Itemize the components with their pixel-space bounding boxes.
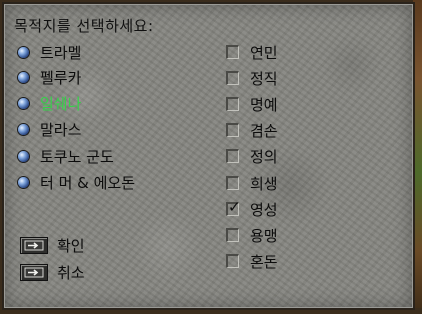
virtue-label: 정직: [250, 69, 278, 88]
virtue-label: 용맹: [250, 226, 278, 245]
destination-option-termur[interactable]: 터 머 & 에오돈: [18, 171, 135, 193]
gem-icon: [18, 46, 29, 58]
destination-label: 트라멜: [40, 43, 82, 62]
virtue-label: 희생: [250, 174, 278, 193]
gem-icon: [18, 176, 29, 188]
destination-label-selected: 일쉐나: [40, 94, 82, 113]
cancel-button[interactable]: 취소: [20, 261, 85, 283]
checkbox[interactable]: [226, 123, 239, 137]
checkbox[interactable]: [226, 149, 239, 163]
checkbox[interactable]: [226, 97, 239, 111]
gem-icon: [18, 97, 29, 109]
destination-label: 토쿠노 군도: [40, 147, 114, 166]
virtue-option-sacrifice[interactable]: 희생: [226, 172, 278, 194]
virtue-option-valor[interactable]: 용맹: [226, 224, 278, 246]
virtue-option-compassion[interactable]: 연민: [226, 41, 278, 63]
checkbox[interactable]: [226, 228, 239, 242]
checkbox[interactable]: [226, 71, 239, 85]
virtue-label: 겸손: [250, 121, 278, 140]
checkbox[interactable]: [226, 254, 239, 268]
destination-option-felucca[interactable]: 펠루카: [18, 66, 81, 88]
destination-option-tokuno[interactable]: 토쿠노 군도: [18, 145, 114, 167]
virtue-label: 영성: [250, 200, 278, 219]
checkbox-checked[interactable]: ✓: [226, 198, 241, 216]
virtue-option-honor[interactable]: 명예: [226, 93, 278, 115]
destination-label: 말라스: [40, 120, 82, 139]
virtue-option-honesty[interactable]: 정직: [226, 67, 278, 89]
gem-icon: [18, 123, 29, 135]
gem-icon: [18, 71, 29, 83]
checkbox[interactable]: [226, 176, 239, 190]
arrow-right-icon: [20, 263, 48, 281]
virtue-option-justice[interactable]: 정의: [226, 145, 278, 167]
virtue-label: 혼돈: [250, 252, 278, 271]
gem-icon: [18, 150, 29, 162]
destination-label: 펠루카: [40, 68, 82, 87]
destination-option-ilshenar[interactable]: 일쉐나: [18, 92, 81, 114]
virtue-label: 명예: [250, 95, 278, 114]
destination-option-trammel[interactable]: 트라멜: [18, 41, 81, 63]
virtue-option-spirituality[interactable]: ✓ 영성: [226, 198, 278, 220]
virtue-option-humility[interactable]: 겸손: [226, 119, 278, 141]
virtue-option-chaos[interactable]: 혼돈: [226, 250, 278, 272]
destination-label: 터 머 & 에오돈: [40, 173, 136, 192]
arrow-right-icon: [20, 236, 48, 254]
checkmark-icon: ✓: [228, 198, 241, 216]
dialog-title: 목적지를 선택하세요:: [14, 17, 154, 35]
destination-option-malas[interactable]: 말라스: [18, 118, 81, 140]
cancel-label: 취소: [57, 263, 85, 282]
virtue-label: 정의: [250, 147, 278, 166]
checkbox[interactable]: [226, 45, 239, 59]
ok-label: 확인: [57, 236, 85, 255]
virtue-label: 연민: [250, 43, 278, 62]
destination-dialog: 목적지를 선택하세요: 트라멜 펠루카 일쉐나 말라스 토쿠노 군도 터 머 &…: [2, 2, 415, 310]
ok-button[interactable]: 확인: [20, 234, 85, 256]
